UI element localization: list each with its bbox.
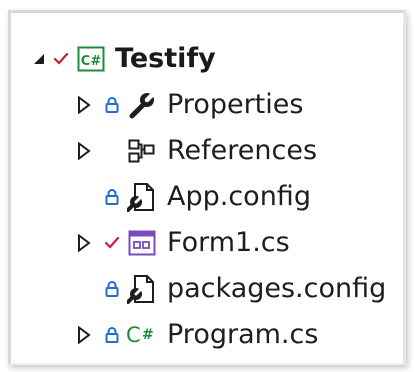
tree-row-packages-config[interactable]: packages.config — [101, 269, 386, 309]
tree-row-properties[interactable]: Properties — [73, 85, 303, 125]
references-icon — [125, 139, 159, 163]
item-label: Program.cs — [167, 319, 319, 350]
solution-explorer-panel: C# Testify Properties References App.con… — [8, 10, 406, 365]
collapsed-arrow-icon[interactable] — [73, 142, 95, 160]
svg-text:#: # — [142, 327, 154, 343]
svg-text:C#: C# — [81, 54, 102, 69]
item-label: App.config — [167, 181, 311, 212]
item-label: Form1.cs — [167, 227, 290, 258]
item-label: packages.config — [167, 273, 387, 304]
tree-row-project-testify[interactable]: C# Testify — [29, 39, 216, 79]
item-label: Properties — [167, 89, 304, 120]
collapsed-arrow-icon[interactable] — [73, 234, 95, 252]
project-name: Testify — [115, 43, 216, 74]
csharp-file-icon: C # — [125, 322, 159, 348]
lock-icon — [101, 280, 123, 298]
config-file-icon — [125, 274, 159, 304]
tree-row-form1[interactable]: Form1.cs — [73, 223, 290, 263]
collapsed-arrow-icon[interactable] — [73, 96, 95, 114]
checked-in-icon — [49, 52, 73, 66]
svg-text:C: C — [126, 323, 141, 347]
tree-row-references[interactable]: References — [73, 131, 317, 171]
checked-in-icon — [101, 236, 123, 250]
item-label: References — [167, 135, 318, 166]
lock-icon — [101, 326, 123, 344]
config-file-icon — [125, 182, 159, 212]
lock-icon — [101, 188, 123, 206]
csharp-project-icon: C# — [73, 46, 109, 72]
wrench-icon — [125, 91, 159, 119]
form-icon — [125, 230, 159, 256]
tree-row-app-config[interactable]: App.config — [101, 177, 311, 217]
lock-icon — [101, 96, 123, 114]
tree-row-program[interactable]: C # Program.cs — [73, 315, 318, 355]
collapsed-arrow-icon[interactable] — [73, 326, 95, 344]
expanded-arrow-icon[interactable] — [29, 53, 49, 65]
